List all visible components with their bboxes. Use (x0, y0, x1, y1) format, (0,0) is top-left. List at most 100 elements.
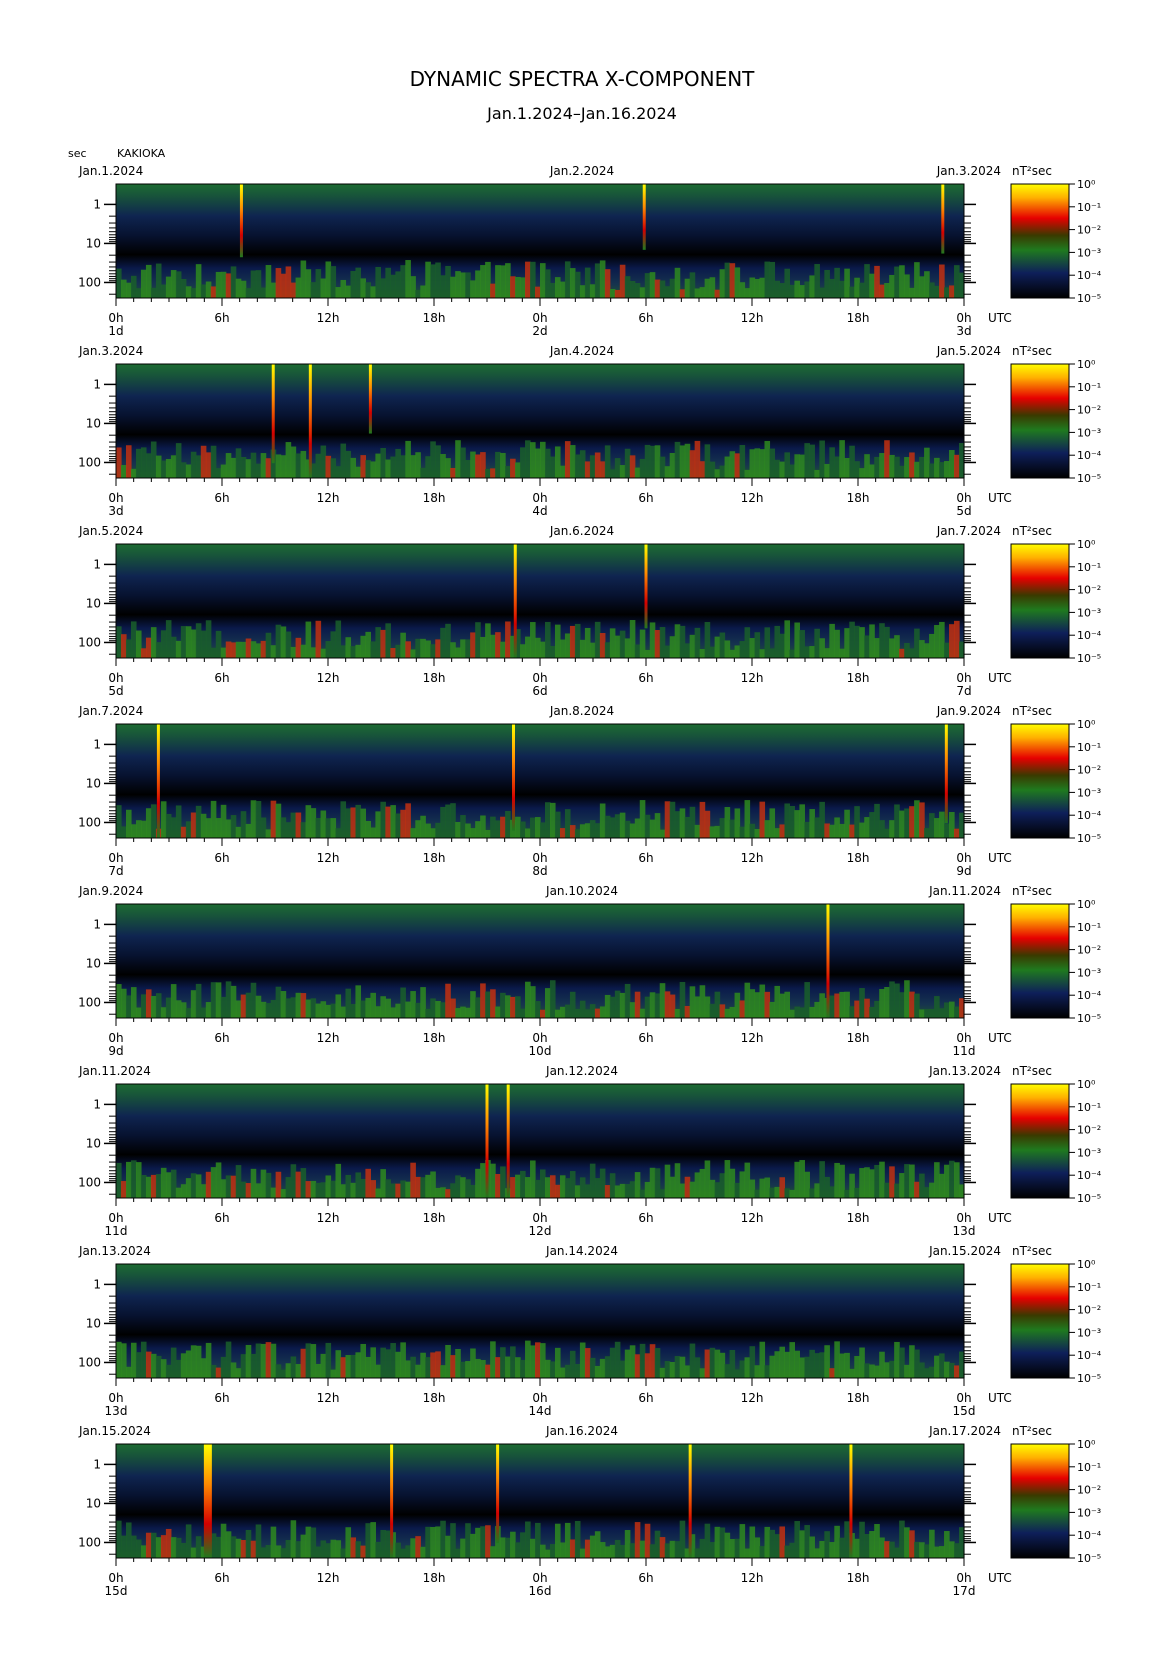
noise-column (869, 1530, 875, 1558)
colorbar-tick-label: 10⁻⁵ (1077, 292, 1101, 305)
noise-column (924, 1187, 930, 1198)
noise-column (195, 1345, 202, 1378)
noise-column (604, 1356, 611, 1378)
noise-column (689, 986, 696, 1018)
noise-column (530, 1160, 536, 1198)
noise-column (944, 1531, 950, 1558)
noise-column (949, 812, 955, 838)
day-label: 15d (953, 1404, 976, 1418)
noise-column (185, 821, 192, 838)
noise-column (669, 1540, 676, 1558)
noise-column (854, 277, 860, 298)
noise-column (944, 642, 950, 658)
noise-column (674, 1163, 681, 1198)
colorbar-unit-label: nT²sec (1012, 884, 1052, 898)
noise-column (290, 446, 297, 478)
noise-column (779, 633, 786, 658)
noise-column (724, 1160, 731, 1198)
noise-column (225, 819, 232, 838)
noise-column (200, 284, 207, 298)
noise-column (125, 1366, 132, 1378)
noise-column (330, 818, 337, 838)
noise-column (859, 822, 865, 838)
spike-mark (644, 544, 648, 629)
noise-column (844, 809, 850, 838)
noise-column (574, 1363, 581, 1378)
noise-column (405, 1181, 411, 1198)
noise-column (774, 1186, 781, 1198)
noise-column (739, 1171, 746, 1198)
noise-column (325, 455, 332, 478)
noise-column (594, 452, 601, 478)
noise-column (834, 267, 840, 298)
noise-column (639, 1343, 646, 1378)
noise-column (400, 1342, 406, 1378)
noise-column (879, 989, 885, 1018)
noise-column (939, 1353, 945, 1378)
noise-column (814, 628, 820, 658)
noise-column (535, 637, 541, 658)
y-tick-label: 1 (93, 917, 101, 931)
noise-column (569, 1539, 576, 1558)
noise-column (245, 992, 252, 1018)
noise-column (804, 1525, 810, 1558)
noise-column (939, 621, 945, 658)
x-tick-label: 12h (317, 1031, 340, 1045)
noise-column (784, 1351, 791, 1378)
noise-column (834, 817, 840, 838)
noise-column (584, 1009, 591, 1018)
noise-column (954, 620, 960, 658)
noise-column (495, 1174, 501, 1198)
colorbar-tick-label: 10⁰ (1077, 178, 1096, 191)
noise-column (934, 818, 940, 838)
noise-column (530, 1345, 536, 1378)
noise-column (435, 262, 441, 298)
y-tick-label: 100 (78, 815, 101, 829)
noise-column (809, 646, 815, 658)
noise-column (559, 465, 566, 478)
noise-column (709, 1347, 716, 1378)
colorbar-tick-label: 10⁻³ (1077, 1506, 1101, 1519)
noise-column (649, 1544, 656, 1558)
noise-column (520, 1008, 526, 1018)
noise-column (829, 995, 835, 1018)
noise-column (430, 441, 436, 478)
noise-column (759, 277, 766, 298)
noise-column (874, 1000, 880, 1018)
noise-column (744, 1548, 751, 1558)
noise-column (450, 1523, 456, 1558)
noise-column (145, 637, 152, 658)
noise-column (889, 820, 895, 838)
noise-column (180, 462, 187, 478)
noise-column (659, 829, 666, 838)
colorbar-unit-label: nT²sec (1012, 164, 1052, 178)
noise-column (540, 822, 546, 838)
noise-column (579, 1342, 586, 1378)
noise-column (684, 443, 691, 478)
noise-column (884, 1541, 890, 1558)
noise-column (385, 459, 391, 478)
noise-column (485, 623, 491, 658)
noise-column (540, 1009, 546, 1018)
noise-column (410, 649, 416, 658)
noise-column (300, 644, 307, 658)
noise-column (465, 823, 471, 838)
colorbar (1010, 1083, 1070, 1199)
noise-column (420, 987, 426, 1018)
noise-column (160, 630, 167, 658)
utc-label: UTC (988, 491, 1012, 505)
noise-column (694, 1357, 701, 1378)
noise-column (684, 1176, 691, 1198)
noise-column (235, 1538, 242, 1558)
day-label: 17d (953, 1584, 976, 1598)
noise-column (909, 648, 915, 658)
noise-column (280, 991, 287, 1018)
spectra-panel: Jan.9.2024 Jan.10.2024 Jan.11.2024 nT²sec11… (78, 884, 1102, 1058)
noise-column (554, 446, 561, 478)
noise-column (624, 1530, 631, 1558)
x-tick-label: 0h (532, 1391, 547, 1405)
colorbar-unit-label: nT²sec (1012, 704, 1052, 718)
noise-column (470, 280, 476, 298)
noise-column (190, 1345, 197, 1378)
spike-mark (390, 1444, 394, 1558)
